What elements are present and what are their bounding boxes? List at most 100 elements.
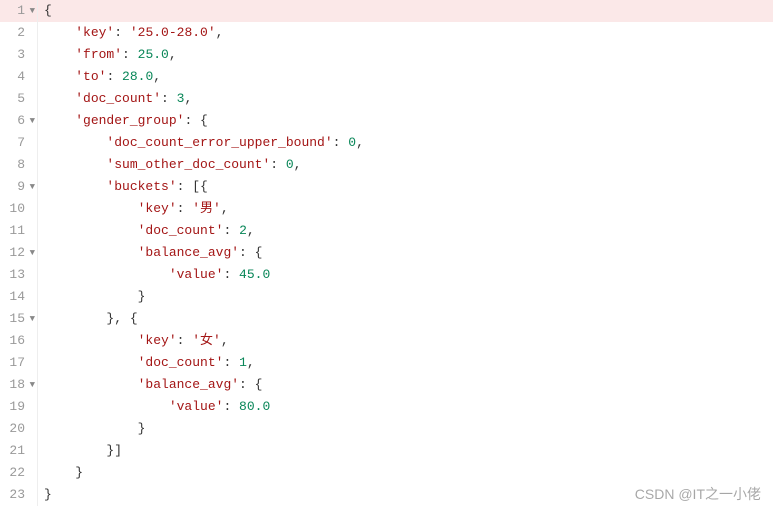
- token-key: 'from': [75, 47, 122, 62]
- code-line: 'key': '女',: [38, 330, 773, 352]
- code-line: 'doc_count': 1,: [38, 352, 773, 374]
- fold-toggle-icon[interactable]: ▼: [30, 308, 35, 330]
- line-number: 14: [0, 286, 37, 308]
- line-number: 5: [0, 88, 37, 110]
- line-number: 18▼: [0, 374, 37, 396]
- token-punct: :: [106, 69, 122, 84]
- line-number: 13: [0, 264, 37, 286]
- code-line: 'doc_count': 2,: [38, 220, 773, 242]
- token-punct: :: [161, 91, 177, 106]
- token-key: '25.0-28.0': [130, 25, 216, 40]
- token-key: 'balance_avg': [138, 377, 239, 392]
- line-number: 20: [0, 418, 37, 440]
- line-number: 2: [0, 22, 37, 44]
- line-number: 22: [0, 462, 37, 484]
- token-key: '男': [192, 201, 221, 216]
- token-punct: }: [138, 421, 146, 436]
- token-punct: :: [177, 333, 193, 348]
- token-key: 'doc_count': [138, 223, 224, 238]
- token-key: 'value': [169, 399, 224, 414]
- line-number: 4: [0, 66, 37, 88]
- token-key: 'doc_count': [138, 355, 224, 370]
- token-key: 'doc_count': [75, 91, 161, 106]
- token-punct: ,: [169, 47, 177, 62]
- code-line: 'sum_other_doc_count': 0,: [38, 154, 773, 176]
- token-punct: ,: [247, 223, 255, 238]
- token-num: 28.0: [122, 69, 153, 84]
- code-line: }: [38, 286, 773, 308]
- code-line: 'value': 45.0: [38, 264, 773, 286]
- fold-toggle-icon[interactable]: ▼: [30, 176, 35, 198]
- code-line: 'to': 28.0,: [38, 66, 773, 88]
- token-punct: :: [177, 201, 193, 216]
- code-line: 'doc_count_error_upper_bound': 0,: [38, 132, 773, 154]
- token-punct: :: [270, 157, 286, 172]
- token-punct: : {: [239, 245, 262, 260]
- token-punct: ,: [216, 25, 224, 40]
- code-line: 'doc_count': 3,: [38, 88, 773, 110]
- token-num: 2: [239, 223, 247, 238]
- code-line: }: [38, 462, 773, 484]
- fold-toggle-icon[interactable]: ▼: [30, 110, 35, 132]
- token-punct: :: [223, 355, 239, 370]
- token-punct: ,: [247, 355, 255, 370]
- code-line: }: [38, 484, 773, 506]
- token-punct: : {: [184, 113, 207, 128]
- token-key: 'sum_other_doc_count': [106, 157, 270, 172]
- token-num: 45.0: [239, 267, 270, 282]
- code-line: {: [38, 0, 773, 22]
- token-key: 'to': [75, 69, 106, 84]
- token-punct: ,: [184, 91, 192, 106]
- token-punct: }, {: [106, 311, 137, 326]
- code-line: 'gender_group': {: [38, 110, 773, 132]
- token-punct: }: [138, 289, 146, 304]
- code-line: 'balance_avg': {: [38, 242, 773, 264]
- token-punct: }]: [106, 443, 122, 458]
- token-punct: :: [223, 223, 239, 238]
- token-key: 'balance_avg': [138, 245, 239, 260]
- code-area: { 'key': '25.0-28.0', 'from': 25.0, 'to'…: [38, 0, 773, 506]
- token-key: 'gender_group': [75, 113, 184, 128]
- fold-toggle-icon[interactable]: ▼: [30, 242, 35, 264]
- code-line: 'buckets': [{: [38, 176, 773, 198]
- token-key: 'key': [138, 333, 177, 348]
- line-number: 21: [0, 440, 37, 462]
- token-key: 'key': [75, 25, 114, 40]
- token-key: 'doc_count_error_upper_bound': [106, 135, 332, 150]
- token-punct: :: [223, 399, 239, 414]
- line-number: 11: [0, 220, 37, 242]
- token-key: 'buckets': [106, 179, 176, 194]
- token-key: 'key': [138, 201, 177, 216]
- token-num: 0: [348, 135, 356, 150]
- token-punct: : {: [239, 377, 262, 392]
- line-number: 3: [0, 44, 37, 66]
- line-number: 19: [0, 396, 37, 418]
- token-punct: :: [122, 47, 138, 62]
- token-key: 'value': [169, 267, 224, 282]
- fold-toggle-icon[interactable]: ▼: [30, 374, 35, 396]
- token-punct: :: [114, 25, 130, 40]
- code-line: 'key': '25.0-28.0',: [38, 22, 773, 44]
- token-num: 0: [286, 157, 294, 172]
- token-punct: }: [75, 465, 83, 480]
- line-number: 15▼: [0, 308, 37, 330]
- line-number-gutter: 1▼23456▼789▼101112▼131415▼161718▼1920212…: [0, 0, 38, 506]
- code-line: }]: [38, 440, 773, 462]
- code-line: }, {: [38, 308, 773, 330]
- token-punct: }: [44, 487, 52, 502]
- token-punct: :: [333, 135, 349, 150]
- line-number: 10: [0, 198, 37, 220]
- line-number: 12▼: [0, 242, 37, 264]
- line-number: 23: [0, 484, 37, 506]
- line-number: 7: [0, 132, 37, 154]
- token-num: 1: [239, 355, 247, 370]
- code-line: 'key': '男',: [38, 198, 773, 220]
- fold-toggle-icon[interactable]: ▼: [30, 0, 35, 22]
- token-key: '女': [192, 333, 221, 348]
- token-punct: ,: [221, 333, 229, 348]
- line-number: 17: [0, 352, 37, 374]
- token-punct: : [{: [177, 179, 208, 194]
- token-punct: :: [223, 267, 239, 282]
- token-num: 25.0: [138, 47, 169, 62]
- line-number: 16: [0, 330, 37, 352]
